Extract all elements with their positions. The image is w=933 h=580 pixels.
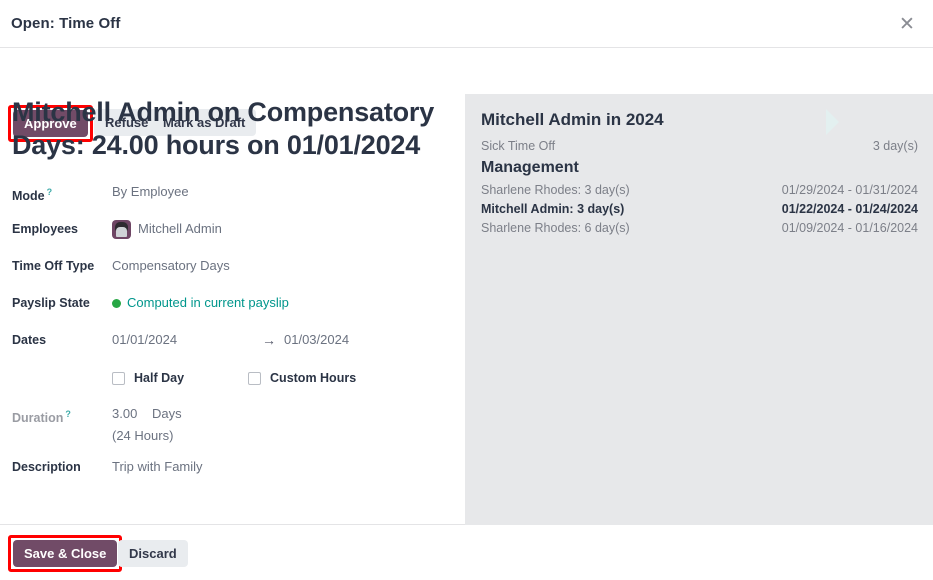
dialog-footer: Save & Close Discard [0,526,933,580]
field-time-off-type-label: Time Off Type [12,254,112,276]
field-dates-label: Dates [12,328,112,350]
form-column: Mitchell Admin on Compensatory Days: 24.… [0,94,465,525]
field-day-options-value: Half Day Custom Hours [112,365,356,388]
list-item: Mitchell Admin: 3 day(s) 01/22/2024 - 01… [481,200,918,219]
field-mode: Mode? By Employee [12,180,453,208]
field-payslip-state-label: Payslip State [12,291,112,313]
duration-amount[interactable]: 3.00 [112,404,152,424]
save-and-close-button-highlight: Save & Close [8,535,122,572]
list-item-who: Mitchell Admin: 3 day(s) [481,200,624,219]
field-employees: Employees Mitchell Admin [12,217,453,245]
list-item-range: 01/22/2024 - 01/24/2024 [782,200,918,219]
field-time-off-type: Time Off Type Compensatory Days [12,254,453,282]
dialog-header: Open: Time Off ✕ [0,0,933,48]
field-day-options: Half Day Custom Hours [12,365,453,393]
help-icon[interactable]: ? [47,187,53,197]
list-item: Sharlene Rhodes: 6 day(s) 01/09/2024 - 0… [481,219,918,238]
field-payslip-state: Payslip State Computed in current paysli… [12,291,453,319]
half-day-label: Half Day [134,368,184,388]
list-item-range: 01/29/2024 - 01/31/2024 [782,181,918,200]
arrow-right-icon: → [262,330,276,350]
employee-name: Mitchell Admin [138,219,222,239]
overview-summary-value: 3 day(s) [873,137,918,156]
overview-section-title: Management [481,159,918,177]
field-mode-value[interactable]: By Employee [112,180,189,202]
custom-hours-checkbox[interactable] [248,372,261,385]
form-fields: Mode? By Employee Employees Mitchell Adm… [12,180,453,483]
time-off-dialog: Open: Time Off ✕ Approve Refuse Mark as … [0,0,933,580]
field-description: Description Trip with Family [12,455,453,483]
field-dates: Dates 01/01/2024 → 01/03/2024 [12,328,453,356]
save-and-close-button[interactable]: Save & Close [13,540,117,567]
custom-hours-label: Custom Hours [270,368,356,388]
overview-title: Mitchell Admin in 2024 [481,110,918,130]
field-mode-label: Mode? [12,180,112,206]
overview-summary-row: Sick Time Off 3 day(s) [481,137,918,156]
help-icon[interactable]: ? [65,409,71,419]
field-duration-label: Duration? [12,402,112,428]
field-time-off-type-value[interactable]: Compensatory Days [112,254,230,276]
field-dates-value: 01/01/2024 → 01/03/2024 [112,328,349,350]
list-item-who: Sharlene Rhodes: 3 day(s) [481,181,630,200]
status-dot-icon [112,299,121,308]
record-title: Mitchell Admin on Compensatory Days: 24.… [12,96,453,162]
date-end-input[interactable]: 01/03/2024 [284,330,349,350]
overview-summary-label: Sick Time Off [481,137,555,156]
field-employees-value[interactable]: Mitchell Admin [112,217,222,239]
field-duration: Duration? 3.00 Days (24 Hours) [12,402,453,446]
field-mode-label-text: Mode [12,189,45,203]
half-day-checkbox[interactable] [112,372,125,385]
leave-overview-panel: Mitchell Admin in 2024 Sick Time Off 3 d… [465,94,933,525]
list-item-range: 01/09/2024 - 01/16/2024 [782,219,918,238]
half-day-checkbox-row[interactable]: Half Day [112,368,184,388]
payslip-state-text: Computed in current payslip [127,293,289,313]
avatar [112,220,131,239]
dialog-body: Mitchell Admin on Compensatory Days: 24.… [0,94,933,525]
discard-button[interactable]: Discard [118,540,188,567]
close-icon[interactable]: ✕ [891,8,923,40]
field-duration-value: 3.00 Days (24 Hours) [112,402,182,446]
duration-main: 3.00 Days [112,402,182,424]
list-item: Sharlene Rhodes: 3 day(s) 01/29/2024 - 0… [481,181,918,200]
duration-unit: Days [152,404,182,424]
field-description-label: Description [12,455,112,477]
custom-hours-checkbox-row[interactable]: Custom Hours [248,368,356,388]
field-description-value[interactable]: Trip with Family [112,455,203,477]
field-employees-label: Employees [12,217,112,239]
list-item-who: Sharlene Rhodes: 6 day(s) [481,219,630,238]
field-payslip-state-value: Computed in current payslip [112,291,289,313]
dialog-title: Open: Time Off [11,15,120,32]
field-day-options-label [12,365,112,367]
date-start-input[interactable]: 01/01/2024 [112,330,262,350]
action-bar: Approve Refuse Mark as Draft To Approve … [0,48,933,94]
duration-hours-note: (24 Hours) [112,424,182,446]
field-duration-label-text: Duration [12,411,63,425]
